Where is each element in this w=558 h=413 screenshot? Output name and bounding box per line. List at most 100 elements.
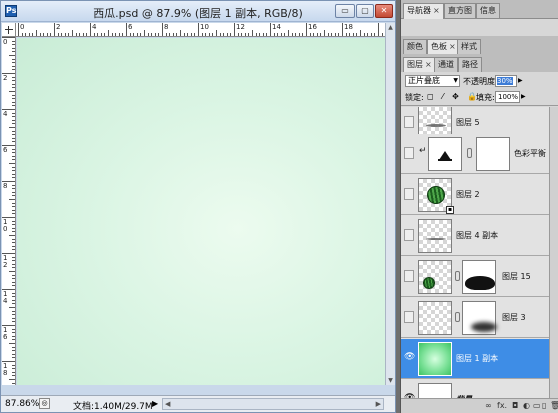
scroll-down-arrow-icon[interactable]: ▼: [386, 376, 395, 385]
layer-name[interactable]: 图层 2: [456, 189, 480, 200]
ruler-tick: [9, 379, 15, 380]
link-layers-icon[interactable]: ∞: [485, 401, 492, 410]
layer-row[interactable]: 图层 15: [401, 257, 549, 297]
vertical-scrollbar[interactable]: ▲ ▼: [385, 23, 395, 385]
tab-layers[interactable]: 图层 ×: [403, 57, 436, 73]
tab-swatches[interactable]: 色板 ×: [427, 39, 460, 55]
ruler-label: 12: [236, 23, 245, 31]
visibility-toggle[interactable]: [404, 188, 414, 200]
link-chain-icon[interactable]: [467, 148, 472, 158]
ruler-tick: [172, 33, 174, 36]
eye-icon[interactable]: 👁: [404, 352, 415, 364]
layer-name[interactable]: 图层 15: [502, 271, 531, 282]
document-canvas[interactable]: [17, 38, 385, 385]
document-titlebar[interactable]: Ps 西瓜.psd @ 87.9% (图层 1 副本, RGB/8) ▭ ▢ ✕: [1, 1, 395, 22]
maximize-button[interactable]: ▢: [356, 4, 374, 18]
visibility-toggle[interactable]: [404, 116, 414, 128]
add-mask-icon[interactable]: ◘: [512, 401, 518, 410]
layer-mask-thumbnail[interactable]: [476, 137, 510, 171]
tab-close-icon[interactable]: ×: [449, 42, 456, 51]
layer-name[interactable]: 图层 3: [502, 312, 526, 323]
tab-styles[interactable]: 样式: [457, 39, 481, 54]
ruler-tick: [133, 33, 135, 36]
layer-name[interactable]: 图层 5: [456, 117, 480, 128]
lock-options-icons[interactable]: ◻ ⁄ ✥ 🔒: [427, 92, 480, 101]
ruler-tick: [223, 33, 225, 36]
scroll-up-arrow-icon[interactable]: ▲: [386, 23, 395, 32]
tab-navigator[interactable]: 导航器 ×: [403, 3, 444, 19]
link-chain-icon[interactable]: [455, 312, 460, 322]
minimize-button[interactable]: ▭: [335, 4, 355, 18]
ruler-tick: [266, 33, 268, 36]
opacity-input[interactable]: 30%: [495, 75, 517, 87]
tab-color[interactable]: 颜色: [403, 39, 427, 54]
ruler-tick: [12, 112, 15, 114]
vertical-ruler[interactable]: 0 2 4 6 8 10 12 14 16 18: [2, 37, 16, 385]
close-button[interactable]: ✕: [375, 4, 393, 18]
ruler-tick: [342, 23, 343, 36]
ruler-label: 2: [56, 23, 61, 31]
ruler-tick: [136, 33, 138, 36]
ruler-tick: [12, 130, 15, 132]
ruler-tick: [12, 260, 15, 262]
status-menu-arrow-icon[interactable]: ▶: [152, 398, 160, 409]
ruler-tick: [12, 209, 15, 211]
ruler-tick: [284, 33, 286, 36]
ruler-tick: [349, 33, 351, 36]
tab-close-icon[interactable]: ×: [425, 60, 432, 69]
ruler-label: 2: [3, 74, 8, 82]
new-layer-icon[interactable]: ▯: [542, 401, 546, 410]
scroll-left-arrow-icon[interactable]: ◀: [165, 399, 170, 409]
layer-row-selected[interactable]: 👁 图层 1 副本: [401, 339, 549, 379]
ruler-tick: [12, 346, 15, 348]
ruler-tick: [12, 296, 15, 298]
tab-channels[interactable]: 通道: [434, 57, 458, 72]
scroll-right-arrow-icon[interactable]: ▶: [376, 399, 381, 409]
fill-input[interactable]: 100%: [495, 91, 520, 103]
visibility-toggle[interactable]: [404, 311, 414, 323]
ruler-tick: [68, 33, 70, 36]
visibility-toggle[interactable]: [404, 147, 414, 159]
tab-paths[interactable]: 路径: [458, 57, 482, 72]
ruler-tick: [205, 33, 207, 36]
layers-bottom-toolbar: ∞ fx. ◘ ◐ ▭ ▯ 🗑: [401, 398, 558, 413]
horizontal-scrollbar[interactable]: ◀ ▶: [162, 398, 384, 410]
layer-row[interactable]: ↵ 色彩平衡 5: [401, 134, 549, 174]
ruler-tick: [360, 30, 361, 36]
chevron-down-icon: ▼: [453, 77, 458, 84]
ruler-label: 6: [3, 146, 8, 154]
lock-label: 锁定:: [405, 93, 424, 102]
layer-row[interactable]: 👁 背景: [401, 380, 549, 398]
visibility-toggle[interactable]: [404, 270, 414, 282]
zoom-preview-icon[interactable]: ◎: [39, 398, 50, 409]
layer-row[interactable]: 图层 4 副本: [401, 216, 549, 256]
layer-mask-thumbnail[interactable]: [462, 301, 497, 335]
horizontal-ruler[interactable]: 0 2 4 6 8 10 12 14 16 18: [16, 23, 385, 37]
adjustment-layer-icon[interactable]: ◐: [523, 401, 530, 410]
zoom-level[interactable]: 87.86%: [5, 399, 39, 409]
layers-scrollbar[interactable]: [549, 107, 558, 398]
tab-close-icon[interactable]: ×: [433, 6, 440, 15]
new-group-icon[interactable]: ▭: [533, 401, 541, 410]
tab-histogram[interactable]: 直方图: [444, 3, 476, 18]
blend-mode-select[interactable]: 正片叠底 ▼: [405, 75, 460, 87]
opacity-slider-arrow-icon[interactable]: ▶: [518, 75, 526, 87]
ruler-tick: [12, 62, 15, 64]
layer-mask-thumbnail[interactable]: [462, 260, 496, 294]
ruler-origin-corner[interactable]: [2, 23, 16, 37]
ruler-tick: [12, 224, 15, 226]
link-chain-icon[interactable]: [455, 271, 460, 281]
trash-icon[interactable]: 🗑: [550, 401, 558, 410]
layer-row[interactable]: ▪ 图层 2: [401, 175, 549, 215]
layer-name[interactable]: 图层 1 副本: [456, 353, 498, 364]
fx-icon[interactable]: fx.: [497, 401, 507, 410]
tab-info[interactable]: 信息: [476, 3, 500, 18]
tab-label: 信息: [480, 6, 496, 15]
fill-slider-arrow-icon[interactable]: ▶: [521, 91, 529, 103]
ruler-tick: [79, 33, 81, 36]
visibility-toggle[interactable]: [404, 229, 414, 241]
mask-shape: [471, 322, 497, 332]
layer-row[interactable]: 图层 3: [401, 298, 549, 338]
layer-name[interactable]: 图层 4 副本: [456, 230, 498, 241]
layer-name[interactable]: 色彩平衡 5: [514, 148, 549, 159]
